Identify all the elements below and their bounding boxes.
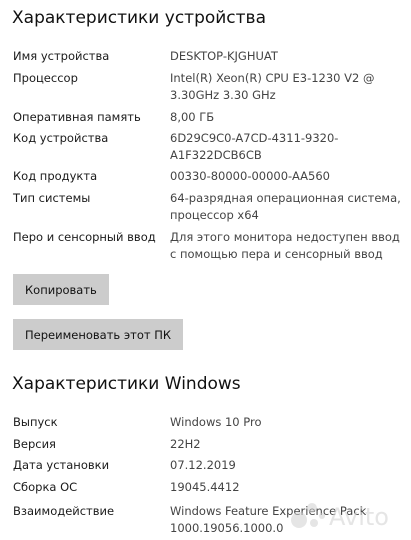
device-id-label: Код устройства — [13, 131, 109, 145]
copy-button[interactable]: Копировать — [13, 274, 109, 305]
experience-value: Windows Feature Experience Pack 1000.190… — [170, 504, 367, 535]
system-type-value: 64-разрядная операционная система, проце… — [170, 191, 401, 222]
ram-label: Оперативная память — [13, 110, 141, 124]
rename-pc-button[interactable]: Переименовать этот ПК — [13, 319, 184, 350]
experience-label: Взаимодействие — [13, 504, 115, 518]
os-build-label: Сборка ОС — [13, 480, 78, 494]
ram-value: 8,00 ГБ — [170, 110, 215, 124]
device-id-value: 6D29C9C0-A7CD-4311-9320-A1F322DCB6CB — [170, 131, 339, 162]
pen-touch-label: Перо и сенсорный ввод — [13, 230, 156, 244]
product-id-label: Код продукта — [13, 169, 98, 183]
os-build-value: 19045.4412 — [170, 480, 240, 494]
pen-touch-value: Для этого монитора недоступен ввод с пом… — [170, 230, 400, 261]
windows-specs-title: Характеристики Windows — [12, 374, 241, 394]
edition-value: Windows 10 Pro — [170, 415, 262, 429]
processor-label: Процессор — [13, 71, 78, 85]
product-id-value: 00330-80000-00000-AA560 — [170, 169, 330, 183]
device-specs-title: Характеристики устройства — [12, 8, 266, 28]
install-date-label: Дата установки — [13, 458, 110, 472]
device-name-label: Имя устройства — [13, 49, 110, 63]
processor-value: Intel(R) Xeon(R) CPU E3-1230 V2 @ 3.30GH… — [170, 71, 375, 102]
version-value: 22H2 — [170, 437, 201, 451]
edition-label: Выпуск — [13, 415, 58, 429]
version-label: Версия — [13, 437, 56, 451]
system-type-label: Тип системы — [13, 191, 91, 205]
device-name-value: DESKTOP-KJGHUAT — [170, 49, 278, 63]
install-date-value: 07.12.2019 — [170, 458, 236, 472]
